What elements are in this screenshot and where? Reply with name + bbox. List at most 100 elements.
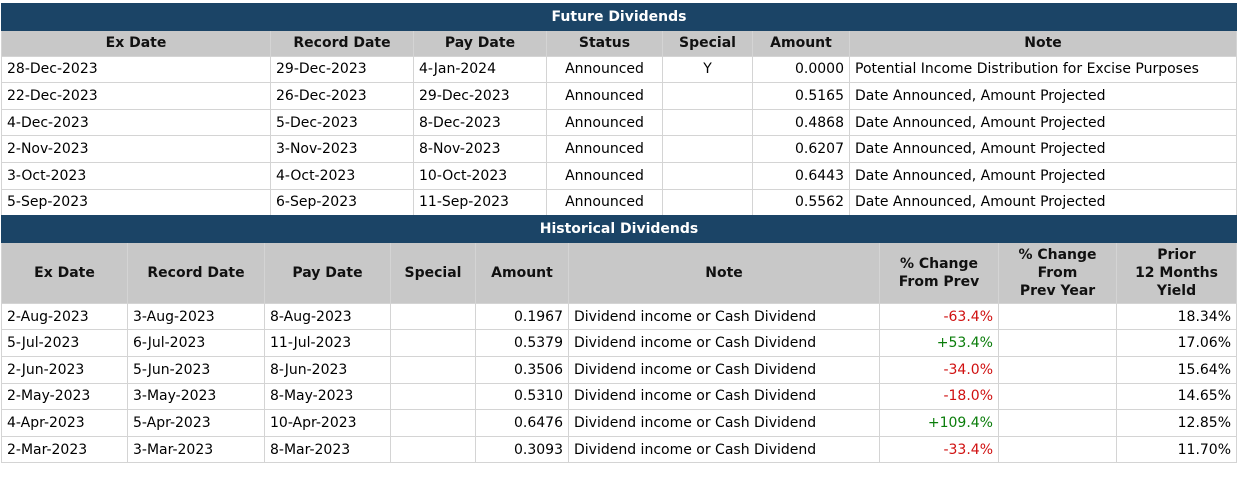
- record-date-cell: 3-Nov-2023: [270, 135, 414, 163]
- future-row: 22-Dec-2023 26-Dec-2023 29-Dec-2023 Announc…: [1, 82, 1238, 110]
- note-cell: Date Announced, Amount Projected: [848, 161, 1238, 190]
- note-cell: Dividend income or Cash Dividend: [568, 435, 880, 464]
- ex-date-cell: 5-Sep-2023: [1, 188, 271, 217]
- amount-cell: 0.5379: [475, 329, 569, 357]
- historical-header-row: Ex Date Record Date Pay Date Special Amo…: [1, 241, 1238, 304]
- historical-row: 2-Mar-2023 3-Mar-2023 8-Mar-2023 0.3093 Divi…: [1, 435, 1238, 464]
- change-from-prev-year-cell: [998, 355, 1117, 384]
- amount-cell: 0.6443: [752, 161, 850, 190]
- historical-row: 2-Aug-2023 3-Aug-2023 8-Aug-2023 0.1967 Divi…: [1, 302, 1238, 331]
- special-cell: [662, 135, 753, 163]
- ex-date-cell: 2-Aug-2023: [1, 302, 128, 331]
- amount-cell: 0.0000: [752, 55, 850, 84]
- col-pay-date[interactable]: Pay Date: [413, 29, 547, 57]
- change-from-prev-cell: -34.0%: [879, 355, 999, 384]
- amount-cell: 0.5165: [752, 82, 850, 110]
- change-from-prev-cell: -63.4%: [879, 302, 999, 331]
- ex-date-cell: 2-Mar-2023: [1, 435, 128, 464]
- pay-date-cell: 4-Jan-2024: [413, 55, 547, 84]
- col-record-date[interactable]: Record Date: [270, 29, 414, 57]
- col-change-from-prev-year[interactable]: % Change From Prev Year: [998, 241, 1117, 304]
- ex-date-cell: 4-Apr-2023: [1, 409, 128, 437]
- change-from-prev-year-cell: [998, 302, 1117, 331]
- col-note[interactable]: Note: [568, 241, 880, 304]
- change-from-prev-cell: +53.4%: [879, 329, 999, 357]
- note-cell: Date Announced, Amount Projected: [848, 135, 1238, 163]
- col-prior-12-months-yield[interactable]: Prior 12 Months Yield: [1115, 241, 1238, 304]
- change-from-prev-cell: -33.4%: [879, 435, 999, 464]
- record-date-cell: 4-Oct-2023: [270, 161, 414, 190]
- change-from-prev-year-cell: [998, 329, 1117, 357]
- record-date-cell: 3-Aug-2023: [127, 302, 265, 331]
- historical-rows: 2-Aug-2023 3-Aug-2023 8-Aug-2023 0.1967 Divi…: [1, 302, 1238, 464]
- col-ex-date[interactable]: Ex Date: [1, 241, 128, 304]
- future-row: 4-Dec-2023 5-Dec-2023 8-Dec-2023 Announced 0…: [1, 108, 1238, 137]
- ex-date-cell: 2-Nov-2023: [1, 135, 271, 163]
- historical-row: 2-May-2023 3-May-2023 8-May-2023 0.5310 Divi…: [1, 382, 1238, 411]
- special-cell: [662, 108, 753, 137]
- record-date-cell: 29-Dec-2023: [270, 55, 414, 84]
- historical-row: 4-Apr-2023 5-Apr-2023 10-Apr-2023 0.6476 Div…: [1, 409, 1238, 437]
- status-cell: Announced: [546, 108, 663, 137]
- status-cell: Announced: [546, 82, 663, 110]
- change-from-prev-cell: +109.4%: [879, 409, 999, 437]
- status-cell: Announced: [546, 135, 663, 163]
- record-date-cell: 3-Mar-2023: [127, 435, 265, 464]
- record-date-cell: 5-Jun-2023: [127, 355, 265, 384]
- record-date-cell: 5-Apr-2023: [127, 409, 265, 437]
- col-special[interactable]: Special: [390, 241, 476, 304]
- col-amount[interactable]: Amount: [475, 241, 569, 304]
- amount-cell: 0.5562: [752, 188, 850, 217]
- col-pay-date[interactable]: Pay Date: [264, 241, 391, 304]
- ex-date-cell: 3-Oct-2023: [1, 161, 271, 190]
- ex-date-cell: 4-Dec-2023: [1, 108, 271, 137]
- future-row: 5-Sep-2023 6-Sep-2023 11-Sep-2023 Announced…: [1, 188, 1238, 217]
- future-row: 3-Oct-2023 4-Oct-2023 10-Oct-2023 Announced…: [1, 161, 1238, 190]
- special-cell: [390, 302, 476, 331]
- status-cell: Announced: [546, 55, 663, 84]
- future-row: 2-Nov-2023 3-Nov-2023 8-Nov-2023 Announced 0…: [1, 135, 1238, 163]
- note-cell: Date Announced, Amount Projected: [848, 108, 1238, 137]
- col-status[interactable]: Status: [546, 29, 663, 57]
- note-cell: Dividend income or Cash Dividend: [568, 329, 880, 357]
- change-from-prev-year-cell: [998, 435, 1117, 464]
- note-cell: Dividend income or Cash Dividend: [568, 382, 880, 411]
- dividends-panel: Future Dividends Ex Date Record Date Pay…: [0, 3, 1238, 464]
- col-special[interactable]: Special: [662, 29, 753, 57]
- historical-dividends-title: Historical Dividends: [0, 215, 1238, 243]
- special-cell: [390, 329, 476, 357]
- col-record-date[interactable]: Record Date: [127, 241, 265, 304]
- pay-date-cell: 8-Nov-2023: [413, 135, 547, 163]
- pay-date-cell: 8-May-2023: [264, 382, 391, 411]
- col-change-from-prev[interactable]: % Change From Prev: [879, 241, 999, 304]
- special-cell: [390, 355, 476, 384]
- amount-cell: 0.5310: [475, 382, 569, 411]
- col-ex-date[interactable]: Ex Date: [1, 29, 271, 57]
- amount-cell: 0.3093: [475, 435, 569, 464]
- amount-cell: 0.4868: [752, 108, 850, 137]
- change-from-prev-year-cell: [998, 409, 1117, 437]
- ex-date-cell: 2-Jun-2023: [1, 355, 128, 384]
- future-dividends-title: Future Dividends: [0, 3, 1238, 31]
- pay-date-cell: 8-Dec-2023: [413, 108, 547, 137]
- special-cell: Y: [662, 55, 753, 84]
- special-cell: [390, 435, 476, 464]
- pay-date-cell: 8-Aug-2023: [264, 302, 391, 331]
- historical-row: 2-Jun-2023 5-Jun-2023 8-Jun-2023 0.3506 Divi…: [1, 355, 1238, 384]
- col-note[interactable]: Note: [848, 29, 1238, 57]
- pay-date-cell: 10-Apr-2023: [264, 409, 391, 437]
- special-cell: [662, 82, 753, 110]
- note-cell: Dividend income or Cash Dividend: [568, 302, 880, 331]
- yield-cell: 18.34%: [1115, 302, 1238, 331]
- status-cell: Announced: [546, 188, 663, 217]
- note-cell: Dividend income or Cash Dividend: [568, 409, 880, 437]
- future-rows: 28-Dec-2023 29-Dec-2023 4-Jan-2024 Announce…: [1, 55, 1238, 217]
- col-amount[interactable]: Amount: [752, 29, 850, 57]
- yield-cell: 17.06%: [1115, 329, 1238, 357]
- amount-cell: 0.3506: [475, 355, 569, 384]
- pay-date-cell: 8-Mar-2023: [264, 435, 391, 464]
- future-row: 28-Dec-2023 29-Dec-2023 4-Jan-2024 Announce…: [1, 55, 1238, 84]
- ex-date-cell: 2-May-2023: [1, 382, 128, 411]
- yield-cell: 12.85%: [1115, 409, 1238, 437]
- note-cell: Dividend income or Cash Dividend: [568, 355, 880, 384]
